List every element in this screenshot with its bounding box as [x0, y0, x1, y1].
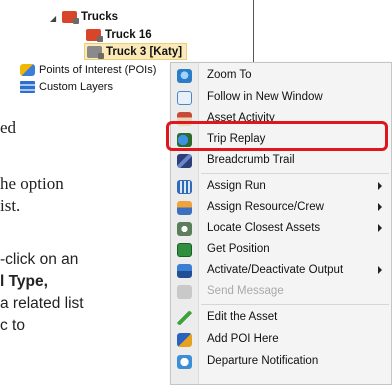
breadcrumb-icon	[177, 154, 192, 168]
menu-item-label: Activate/Deactivate Output	[207, 264, 344, 276]
crew-icon	[177, 201, 192, 215]
document-line: a related list	[0, 295, 84, 312]
menu-item-send-message: Send Message	[171, 281, 391, 303]
tree-node-label: Trucks	[81, 10, 119, 23]
context-menu: Zoom To Follow in New Window Asset Activ…	[170, 62, 392, 385]
menu-item-breadcrumb-trail[interactable]: Breadcrumb Trail	[171, 150, 391, 172]
document-line: ist.	[0, 196, 21, 215]
menu-item-activate-deactivate-output[interactable]: Activate/Deactivate Output	[171, 260, 391, 282]
add-poi-icon	[177, 333, 192, 347]
menu-item-locate-closest-assets[interactable]: Locate Closest Assets	[171, 218, 391, 240]
menu-separator	[201, 304, 389, 305]
tree-node-poi[interactable]: Points of Interest (POIs)	[20, 61, 156, 78]
submenu-arrow-icon	[378, 266, 382, 274]
poi-icon	[20, 63, 35, 76]
layers-icon	[20, 80, 35, 93]
tree-node-truck-3-katy[interactable]: Truck 3 [Katy]	[84, 43, 188, 60]
departure-icon	[177, 355, 192, 369]
menu-item-label: Zoom To	[207, 69, 252, 81]
menu-item-assign-resource-crew[interactable]: Assign Resource/Crew	[171, 197, 391, 219]
truck-group-icon	[62, 10, 79, 24]
tree-node-label: Points of Interest (POIs)	[39, 63, 157, 76]
menu-item-label: Assign Resource/Crew	[207, 201, 324, 213]
message-icon	[177, 285, 192, 299]
zoom-icon	[177, 69, 192, 83]
menu-item-departure-notification[interactable]: Departure Notification	[171, 351, 391, 373]
panel-divider	[253, 0, 254, 62]
menu-item-label: Breadcrumb Trail	[207, 154, 295, 166]
document-line: -click on an	[0, 251, 79, 268]
menu-item-zoom-to[interactable]: Zoom To	[171, 65, 391, 87]
tree-node-label: Truck 3 [Katy]	[106, 45, 183, 58]
truck-icon	[87, 45, 104, 59]
menu-item-label: Assign Run	[207, 180, 266, 192]
menu-item-follow-in-new-window[interactable]: Follow in New Window	[171, 87, 391, 109]
document-line: he option	[0, 174, 64, 193]
menu-item-label: Locate Closest Assets	[207, 222, 321, 234]
tree-node-label: Truck 16	[105, 28, 152, 41]
menu-item-edit-the-asset[interactable]: Edit the Asset	[171, 307, 391, 329]
tree-node-label: Custom Layers	[39, 80, 113, 93]
submenu-arrow-icon	[378, 224, 382, 232]
menu-item-assign-run[interactable]: Assign Run	[171, 176, 391, 198]
submenu-arrow-icon	[378, 203, 382, 211]
menu-item-label: Departure Notification	[207, 355, 319, 367]
expand-collapse-icon[interactable]: ◢	[50, 14, 56, 23]
window-icon	[177, 91, 192, 105]
document-line: c to	[0, 317, 25, 334]
menu-item-label: Get Position	[207, 243, 270, 255]
menu-item-label: Add POI Here	[207, 333, 279, 345]
position-icon	[177, 243, 192, 257]
trip-replay-highlight-box	[166, 121, 388, 151]
truck-icon	[86, 28, 103, 42]
locate-icon	[177, 222, 192, 236]
tree-node-custom-layers[interactable]: Custom Layers	[20, 78, 113, 95]
menu-item-label: Edit the Asset	[207, 311, 278, 323]
document-line-bold: l Type,	[0, 273, 48, 290]
menu-item-label: Send Message	[207, 285, 284, 297]
menu-item-label: Follow in New Window	[207, 91, 323, 103]
menu-item-get-position[interactable]: Get Position	[171, 239, 391, 261]
menu-separator	[201, 173, 389, 174]
output-icon	[177, 264, 192, 278]
tree-node-truck-16[interactable]: Truck 16	[86, 26, 152, 43]
document-line: ed	[0, 118, 17, 137]
edit-icon	[177, 311, 192, 325]
tree-node-trucks[interactable]: Trucks	[62, 8, 118, 25]
run-icon	[177, 180, 192, 194]
submenu-arrow-icon	[378, 182, 382, 190]
menu-item-add-poi-here[interactable]: Add POI Here	[171, 329, 391, 351]
